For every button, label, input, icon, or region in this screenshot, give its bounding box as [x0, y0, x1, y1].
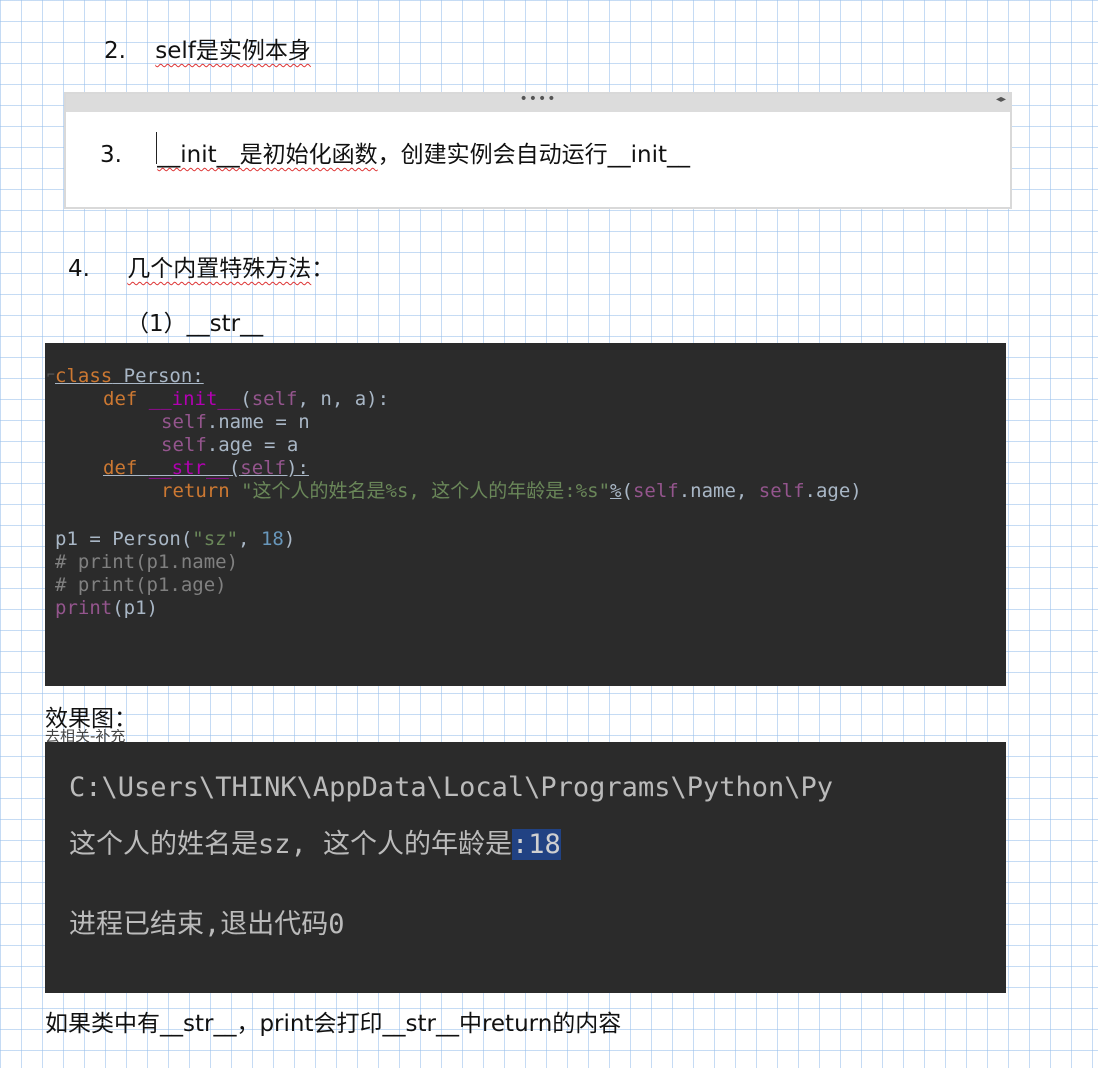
console-output-panel: C:\Users\THINK\AppData\Local\Programs\Py… [45, 742, 1006, 993]
list-item-2: 2. self是实例本身 [104, 36, 311, 66]
code-line-8: # print(p1.name) [55, 551, 239, 573]
code-line-1: class Person: [55, 365, 204, 387]
item-text-part1: __init__是初始化函数 [157, 142, 378, 168]
item-text: self是实例本身 [155, 38, 311, 64]
item-number: 2. [104, 38, 126, 64]
collapse-handle-bar[interactable]: •••• ◂▸ [66, 91, 1010, 112]
console-output-line: 这个人的姓名是sz, 这个人的年龄是:18 [69, 829, 561, 860]
console-tab-fragment: 去相关-补充 [45, 729, 126, 743]
code-line-6: return "这个人的姓名是%s, 这个人的年龄是:%s"%(self.nam… [161, 480, 862, 502]
code-line-3: self.name = n [161, 411, 310, 433]
code-line-10: print(p1) [55, 597, 158, 619]
console-exit-line: 进程已结束,退出代码0 [69, 909, 345, 940]
collapsible-block: •••• ◂▸ 3. __init__是初始化函数，创建实例会自动运行__ini… [64, 91, 1012, 209]
footer-note: 如果类中有__str__，print会打印__str__中return的内容 [45, 1011, 622, 1037]
selected-text: :18 [512, 829, 561, 860]
drag-dots-icon[interactable]: •••• [519, 91, 556, 107]
subheading: （1）__str__ [126, 311, 264, 337]
item-number: 4. [68, 256, 90, 282]
list-item-3: 3. __init__是初始化函数，创建实例会自动运行__init__ [100, 140, 690, 170]
item-number: 3. [100, 142, 122, 168]
expand-arrows-icon[interactable]: ◂▸ [996, 94, 1006, 105]
item-colon: ： [311, 256, 335, 282]
code-editor-panel: ⌐ class Person: def __init__(self, n, a)… [45, 343, 1006, 686]
item-text-part2: ，创建实例会自动运行__init__ [377, 142, 691, 168]
list-item-4: 4. 几个内置特殊方法： [68, 254, 334, 284]
code-line-2: def __init__(self, n, a): [103, 388, 390, 410]
item-title: 几个内置特殊方法 [127, 256, 312, 282]
code-line-5: def __str__(self): [103, 457, 309, 479]
code-line-9: # print(p1.age) [55, 574, 227, 596]
fold-marker-icon: ⌐ [47, 368, 55, 383]
code-line-4: self.age = a [161, 434, 299, 456]
code-line-7: p1 = Person("sz", 18) [55, 528, 296, 550]
console-path-line: C:\Users\THINK\AppData\Local\Programs\Py… [69, 772, 834, 803]
